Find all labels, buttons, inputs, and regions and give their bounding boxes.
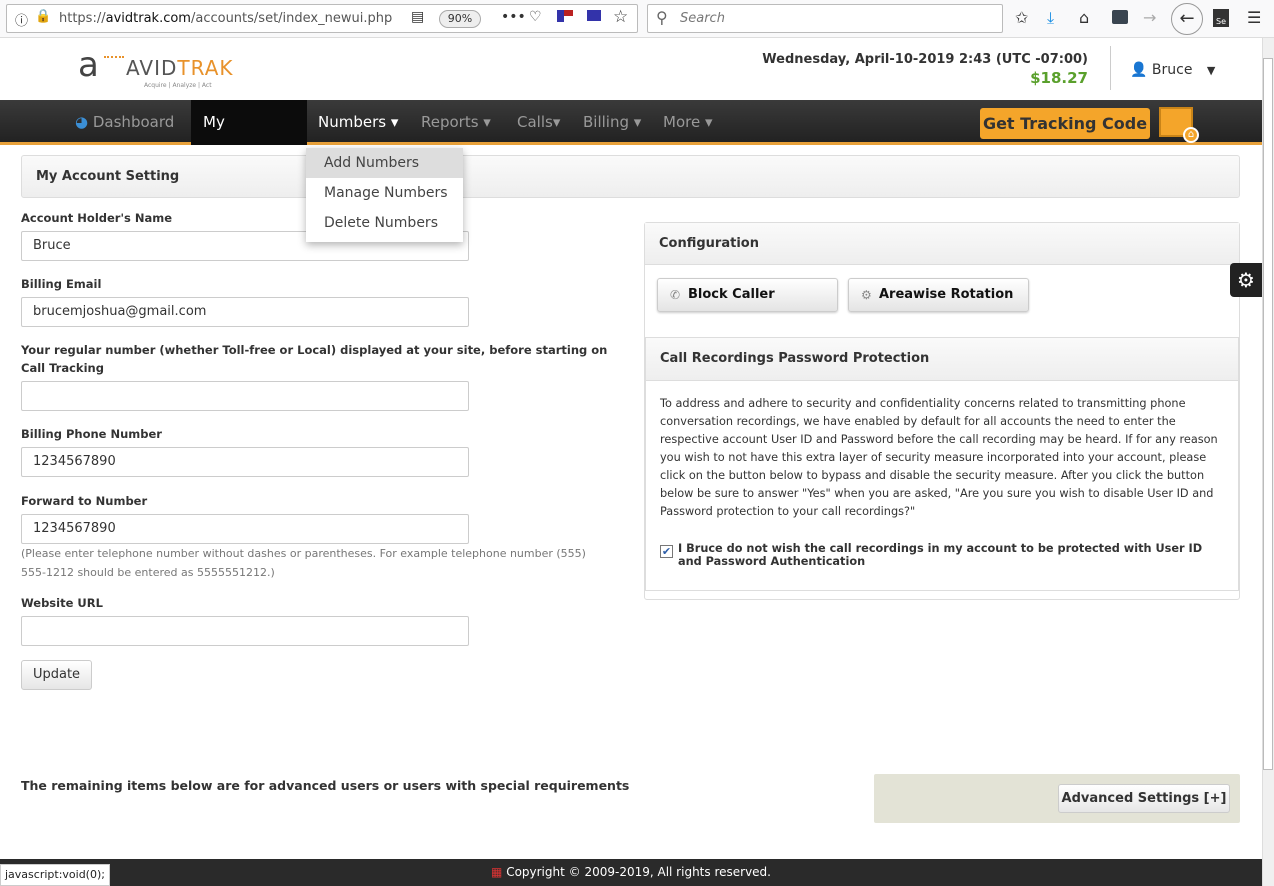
- nav-more[interactable]: More ▾: [651, 100, 724, 145]
- home-icon[interactable]: ⌂: [1079, 8, 1089, 27]
- copyright-text: Copyright © 2009-2019, All rights reserv…: [506, 865, 771, 879]
- forward-icon[interactable]: →: [1143, 8, 1156, 27]
- logo-text: AVIDTRAK: [126, 56, 234, 80]
- bookmark-star-icon[interactable]: ☆: [613, 7, 628, 27]
- logo-mark-icon: a: [78, 45, 99, 85]
- button-label: Block Caller: [688, 287, 775, 302]
- billing-phone-input[interactable]: 1234567890: [21, 447, 469, 477]
- panel-title: Configuration: [659, 236, 759, 251]
- nav-numbers[interactable]: Numbers ▾: [306, 100, 410, 145]
- advanced-settings-button[interactable]: Advanced Settings [+]: [1058, 784, 1230, 813]
- search-icon: ⚲: [656, 8, 668, 27]
- user-menu[interactable]: 👤 Bruce ▼: [1130, 62, 1215, 78]
- panel-title: Call Recordings Password Protection: [660, 351, 930, 366]
- user-icon: 👤: [1130, 62, 1148, 78]
- address-bar[interactable]: ⓘ 🔒 https://avidtrak.com/accounts/set/in…: [6, 4, 638, 33]
- pocket-icon[interactable]: ♡: [529, 9, 542, 25]
- more-icon[interactable]: •••: [501, 9, 526, 25]
- grid-icon: ▦: [491, 865, 503, 879]
- nav-reports[interactable]: Reports ▾: [409, 100, 503, 145]
- datetime: Wednesday, April-10-2019 2:43 (UTC -07:0…: [762, 52, 1088, 67]
- menu-item-manage-numbers[interactable]: Manage Numbers: [306, 178, 463, 208]
- chevron-down-icon: ▼: [1206, 64, 1216, 77]
- nav-dashboard[interactable]: ◕ Dashboard: [63, 100, 186, 145]
- website-url-input[interactable]: [21, 616, 469, 646]
- forward-number-label: Forward to Number: [21, 494, 148, 508]
- site-header: a AVIDTRAK Acquire | Analyze | Act Wedne…: [0, 38, 1262, 100]
- reader-view-icon[interactable]: ▤: [411, 9, 424, 25]
- download-icon[interactable]: ⤓: [1047, 8, 1054, 28]
- configuration-header: Configuration: [645, 223, 1239, 265]
- checkbox-label[interactable]: I Bruce do not wish the call recordings …: [678, 542, 1228, 568]
- areawise-rotation-button[interactable]: ⚙ Areawise Rotation: [848, 278, 1029, 312]
- call-recordings-panel: Call Recordings Password Protection To a…: [645, 337, 1239, 591]
- advanced-note: The remaining items below are for advanc…: [21, 778, 630, 793]
- footer: ▦ Copyright © 2009-2019, All rights rese…: [0, 859, 1262, 886]
- account-setting-panel: My Account Setting: [21, 155, 1240, 198]
- block-caller-button[interactable]: ✆ Block Caller: [657, 278, 838, 312]
- selenium-icon[interactable]: Se: [1213, 9, 1229, 27]
- status-bar: javascript:void(0);: [0, 864, 110, 886]
- user-name: Bruce: [1151, 62, 1193, 78]
- nav-my-account[interactable]: My Account▾: [191, 100, 307, 176]
- back-icon[interactable]: ←: [1171, 3, 1203, 35]
- button-label: Areawise Rotation: [879, 287, 1014, 302]
- phone-format-hint: (Please enter telephone number without d…: [21, 547, 586, 579]
- logo-tagline: Acquire | Analyze | Act: [144, 82, 212, 89]
- regular-number-input[interactable]: [21, 381, 469, 411]
- nav-label: Dashboard: [92, 113, 175, 131]
- call-recordings-header: Call Recordings Password Protection: [646, 338, 1238, 381]
- lock-icon: 🔒: [35, 9, 52, 24]
- update-button[interactable]: Update: [21, 660, 92, 690]
- tracking-code-icon[interactable]: ⌂: [1159, 107, 1199, 143]
- account-balance: $18.27: [1030, 69, 1088, 87]
- flag-icon[interactable]: [587, 10, 601, 21]
- phone-block-icon: ✆: [670, 288, 681, 302]
- logo-dots: [104, 56, 124, 58]
- scrollbar-thumb[interactable]: [1263, 58, 1273, 770]
- nav-billing[interactable]: Billing ▾: [571, 100, 653, 145]
- billing-email-label: Billing Email: [21, 277, 102, 291]
- regular-number-label: Your regular number (whether Toll-free o…: [21, 343, 608, 375]
- flag-icon[interactable]: [557, 10, 573, 22]
- menu-item-delete-numbers[interactable]: Delete Numbers: [306, 208, 463, 238]
- recordings-description: To address and adhere to security and co…: [660, 397, 1218, 518]
- menu-item-add-numbers[interactable]: Add Numbers: [306, 148, 463, 178]
- divider: [1110, 46, 1111, 90]
- search-input[interactable]: ⚲ Search: [647, 4, 1003, 33]
- website-url-label: Website URL: [21, 596, 103, 610]
- url-text[interactable]: https://avidtrak.com/accounts/set/index_…: [59, 11, 392, 26]
- dashboard-icon: ◕: [75, 113, 89, 131]
- settings-gear-icon[interactable]: ⚙: [1230, 263, 1262, 297]
- gear-icon: ⚙: [861, 288, 872, 302]
- nav-calls[interactable]: Calls▾: [505, 100, 572, 145]
- browser-toolbar: ⓘ 🔒 https://avidtrak.com/accounts/set/in…: [0, 0, 1274, 38]
- extension-icon[interactable]: [1112, 10, 1128, 24]
- numbers-dropdown: Add Numbers Manage Numbers Delete Number…: [306, 148, 463, 242]
- info-icon[interactable]: ⓘ: [15, 10, 28, 29]
- panel-title: My Account Setting: [36, 169, 180, 184]
- search-placeholder: Search: [680, 11, 725, 26]
- bookmarks-icon[interactable]: ✩: [1015, 8, 1028, 27]
- disable-protection-checkbox[interactable]: ✔: [660, 545, 673, 558]
- forward-number-input[interactable]: 1234567890: [21, 514, 469, 544]
- zoom-level[interactable]: 90%: [439, 10, 481, 28]
- menu-icon[interactable]: ☰: [1247, 8, 1261, 27]
- home-icon: ⌂: [1183, 127, 1199, 143]
- billing-phone-label: Billing Phone Number: [21, 427, 162, 441]
- get-tracking-code-button[interactable]: Get Tracking Code: [980, 108, 1150, 139]
- billing-email-input[interactable]: brucemjoshua@gmail.com: [21, 297, 469, 327]
